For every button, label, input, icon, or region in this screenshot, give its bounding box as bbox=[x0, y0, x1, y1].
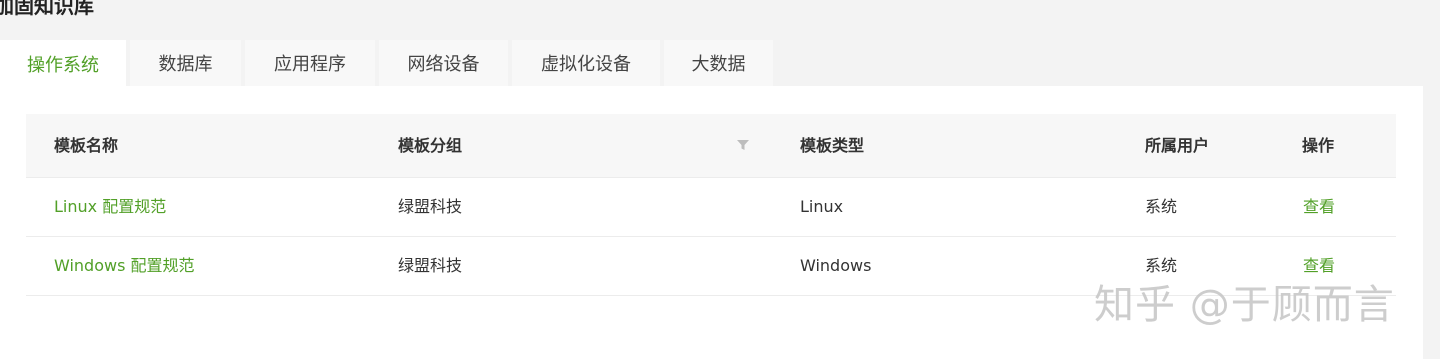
column-header-name: 模板名称 bbox=[54, 136, 119, 155]
template-type-cell: Linux bbox=[800, 197, 844, 216]
template-name-link[interactable]: Linux 配置规范 bbox=[54, 178, 166, 236]
tab-database[interactable]: 数据库 bbox=[130, 40, 241, 86]
template-group-cell: 绿盟科技 bbox=[398, 197, 463, 216]
view-link[interactable]: 查看 bbox=[1303, 178, 1335, 236]
page-title: 加固知识库 bbox=[0, 0, 94, 18]
table-row: Linux 配置规范 绿盟科技 Linux 系统 查看 bbox=[26, 178, 1396, 237]
tab-big-data[interactable]: 大数据 bbox=[664, 40, 773, 86]
template-name-link[interactable]: Windows 配置规范 bbox=[54, 237, 195, 295]
template-group-cell: 绿盟科技 bbox=[398, 256, 463, 275]
template-table: 模板名称 模板分组 模板类型 所属用户 操作 Linux 配置规范 绿盟科技 L… bbox=[26, 114, 1396, 296]
column-header-group: 模板分组 bbox=[398, 136, 463, 155]
tab-operating-system[interactable]: 操作系统 bbox=[0, 40, 126, 88]
template-type-cell: Windows bbox=[800, 256, 872, 275]
column-header-action: 操作 bbox=[1302, 136, 1335, 155]
column-header-owner: 所属用户 bbox=[1145, 136, 1210, 155]
filter-icon[interactable] bbox=[737, 139, 749, 151]
table-header: 模板名称 模板分组 模板类型 所属用户 操作 bbox=[26, 114, 1396, 178]
tab-application[interactable]: 应用程序 bbox=[245, 40, 375, 86]
template-owner-cell: 系统 bbox=[1145, 197, 1178, 216]
column-header-type: 模板类型 bbox=[800, 136, 865, 155]
tab-virtualization-device[interactable]: 虚拟化设备 bbox=[512, 40, 660, 86]
tab-bar: 操作系统 数据库 应用程序 网络设备 虚拟化设备 大数据 bbox=[0, 40, 777, 88]
tab-network-device[interactable]: 网络设备 bbox=[379, 40, 508, 86]
watermark: 知乎 @于顾而言 bbox=[1094, 282, 1395, 328]
